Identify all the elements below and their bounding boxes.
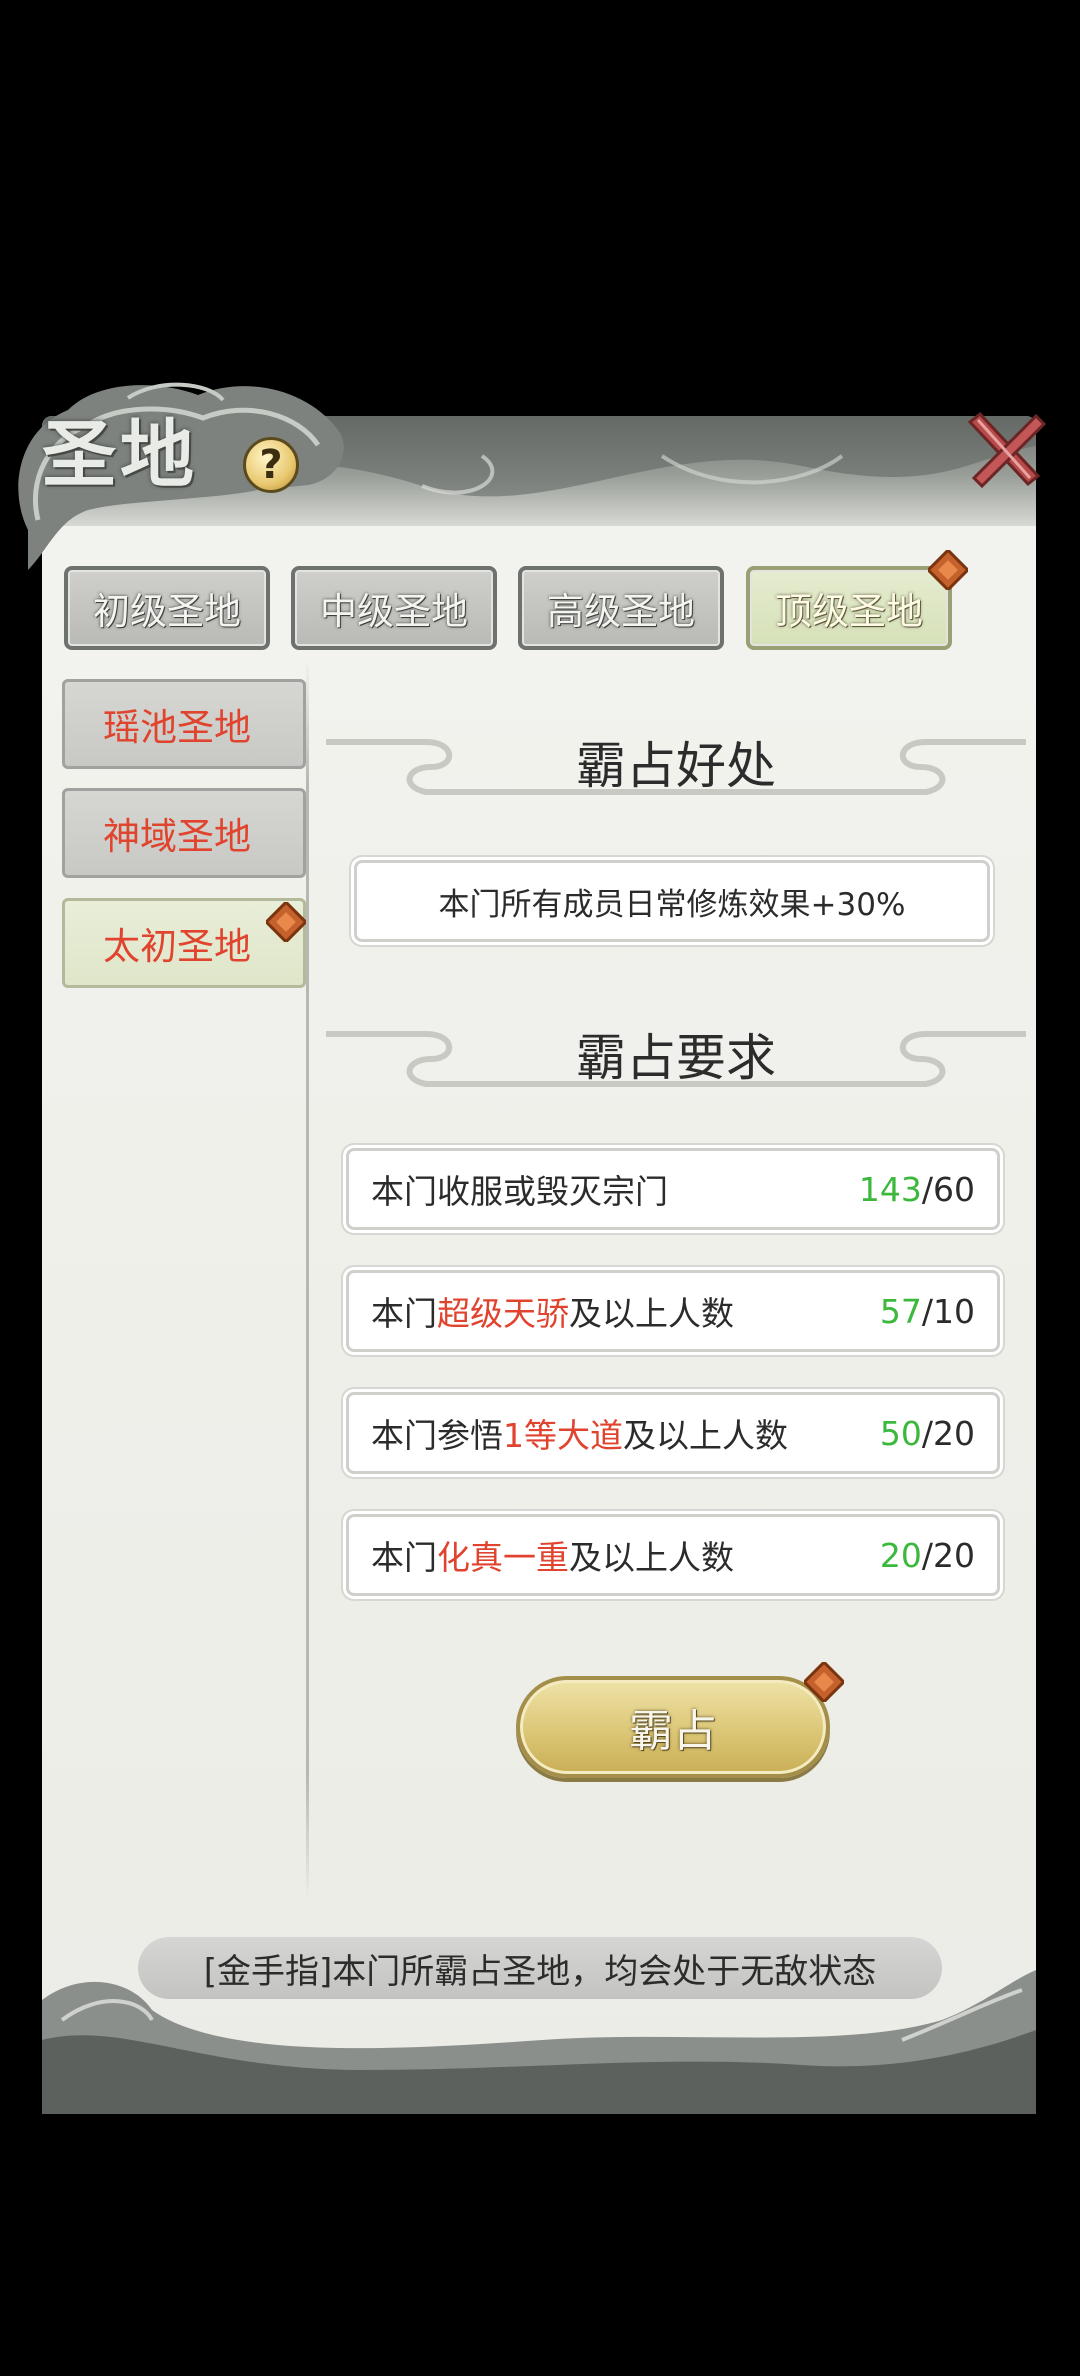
requirement-row: 本门 化真一重 及以上人数 20/20 <box>346 1514 1000 1596</box>
help-icon[interactable]: ? <box>243 437 299 493</box>
page-title: 圣地 <box>42 412 198 498</box>
sidebar-notification-badge-icon <box>266 902 306 942</box>
benefits-title: 霸占好处 <box>576 737 776 795</box>
tab-advanced-holy-land[interactable]: 高级圣地 <box>518 566 724 650</box>
requirement-label: 本门 化真一重 及以上人数 <box>371 1538 734 1577</box>
requirement-label: 本门收服或毁灭宗门 <box>371 1172 668 1211</box>
requirement-progress: 20/20 <box>879 1535 975 1575</box>
sidebar-divider <box>306 660 309 1900</box>
sidebar-item-yaochi[interactable]: 瑶池圣地 <box>62 679 306 769</box>
tip-banner: [金手指]本门所霸占圣地，均会处于无敌状态 <box>138 1937 942 1999</box>
close-icon[interactable] <box>958 404 1048 494</box>
requirements-title: 霸占要求 <box>576 1029 776 1087</box>
occupy-button[interactable]: 霸占 <box>516 1676 830 1778</box>
requirements-section-header: 霸占要求 <box>326 1004 1026 1104</box>
occupy-notification-badge-icon <box>804 1662 844 1702</box>
requirement-label: 本门参悟 1等大道 及以上人数 <box>371 1416 788 1455</box>
requirement-label: 本门 超级天骄 及以上人数 <box>371 1294 734 1333</box>
benefit-description: 本门所有成员日常修炼效果+30% <box>354 860 990 942</box>
sidebar-item-shenyu[interactable]: 神域圣地 <box>62 788 306 878</box>
tab-beginner-holy-land[interactable]: 初级圣地 <box>64 566 270 650</box>
benefits-section-header: 霸占好处 <box>326 712 1026 812</box>
tab-top-holy-land[interactable]: 顶级圣地 <box>746 566 952 650</box>
requirement-progress: 50/20 <box>879 1413 975 1453</box>
tab-notification-badge-icon <box>928 550 968 590</box>
requirement-progress: 143/60 <box>858 1169 975 1209</box>
requirement-row: 本门 超级天骄 及以上人数 57/10 <box>346 1270 1000 1352</box>
requirement-row: 本门参悟 1等大道 及以上人数 50/20 <box>346 1392 1000 1474</box>
holy-land-panel <box>42 416 1036 2114</box>
requirement-row: 本门收服或毁灭宗门 143/60 <box>346 1148 1000 1230</box>
requirement-progress: 57/10 <box>879 1291 975 1331</box>
tab-intermediate-holy-land[interactable]: 中级圣地 <box>291 566 497 650</box>
